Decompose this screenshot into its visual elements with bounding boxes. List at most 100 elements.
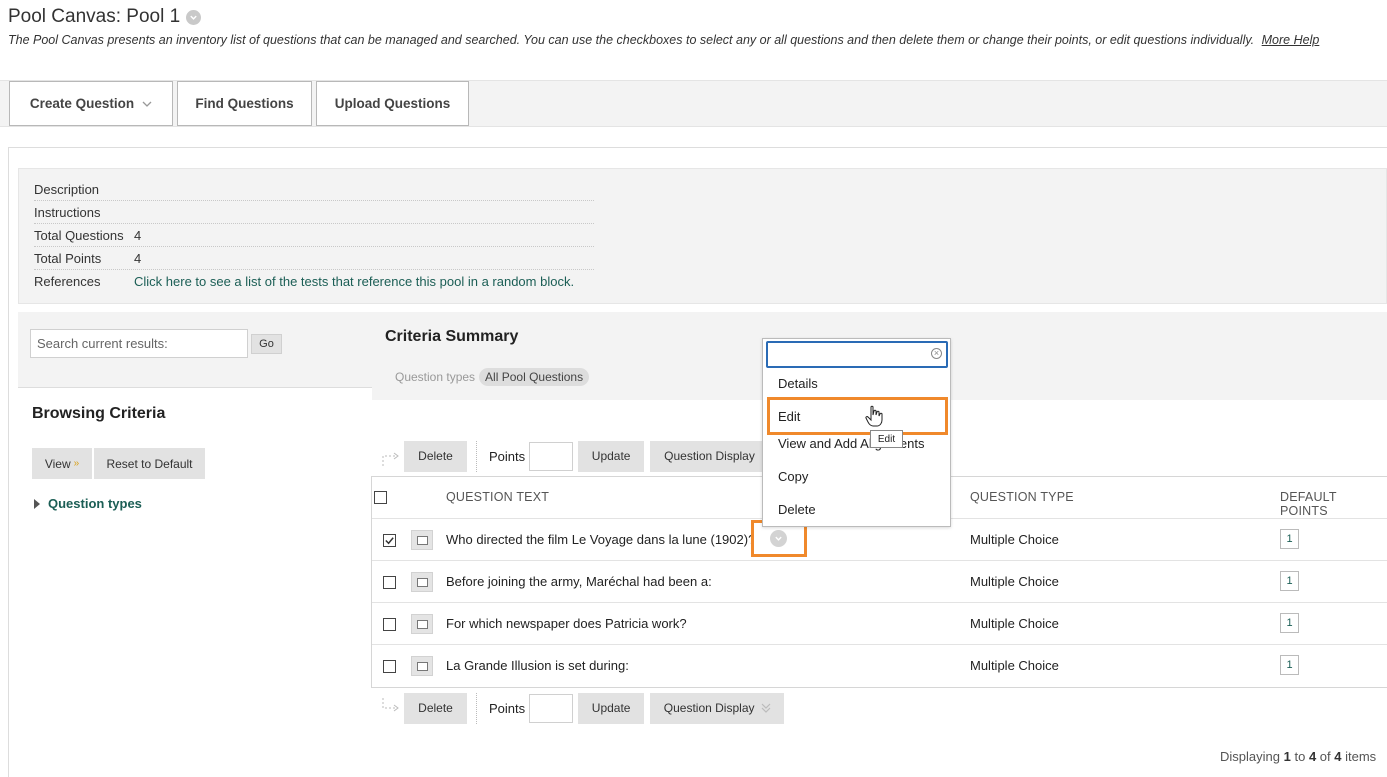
- upload-questions-button[interactable]: Upload Questions: [316, 81, 469, 126]
- more-help-link[interactable]: More Help: [1262, 33, 1320, 47]
- update-button[interactable]: Update: [578, 692, 645, 724]
- create-question-button[interactable]: Create Question: [9, 81, 173, 126]
- row-checkbox[interactable]: [383, 576, 396, 589]
- search-input[interactable]: Search current results:: [30, 329, 248, 358]
- question-display-button[interactable]: Question Display: [650, 692, 785, 724]
- preview-icon[interactable]: [411, 572, 433, 592]
- view-label: View: [44, 456, 71, 471]
- question-text[interactable]: La Grande Illusion is set during:: [446, 658, 629, 673]
- menu-filter-input[interactable]: [766, 341, 948, 368]
- find-questions-button[interactable]: Find Questions: [177, 81, 312, 126]
- menu-item-edit[interactable]: Edit: [767, 397, 948, 435]
- update-button[interactable]: Update: [578, 440, 645, 472]
- info-label: References: [34, 274, 101, 289]
- upload-questions-label: Upload Questions: [334, 96, 451, 111]
- reset-to-default-button[interactable]: Reset to Default: [94, 448, 205, 479]
- divider: [476, 692, 477, 724]
- info-row-total-questions: Total Questions 4: [34, 224, 594, 247]
- points-label: Points: [489, 448, 526, 464]
- info-value: 4: [134, 227, 142, 243]
- checkmark-icon: [385, 537, 394, 545]
- references-link[interactable]: Click here to see a list of the tests th…: [134, 274, 574, 289]
- footer-of-word: of: [1319, 749, 1331, 764]
- info-label: Total Points: [34, 250, 102, 266]
- pagination-summary: Displaying 1 to 4 of 4 items: [1220, 749, 1376, 764]
- points-input[interactable]: [529, 693, 574, 723]
- question-type: Multiple Choice: [970, 658, 1059, 673]
- points-input[interactable]: [529, 441, 574, 471]
- chevron-down-icon: [142, 101, 152, 107]
- question-types-label: Question types: [48, 496, 142, 511]
- row-checkbox[interactable]: [383, 534, 396, 547]
- question-display-label: Question Display: [664, 449, 755, 463]
- page-title: Pool Canvas: Pool 1: [8, 6, 202, 28]
- clear-icon[interactable]: ×: [931, 348, 942, 359]
- question-text[interactable]: Who directed the film Le Voyage dans la …: [446, 532, 755, 547]
- edit-tooltip: Edit: [870, 430, 903, 448]
- double-chevron-down-icon: [761, 703, 770, 713]
- header-question-text[interactable]: QUESTION TEXT: [446, 490, 549, 504]
- default-points[interactable]: 1: [1280, 571, 1299, 591]
- select-all-checkbox[interactable]: [374, 491, 387, 504]
- menu-item-copy[interactable]: Copy: [778, 469, 808, 484]
- delete-button[interactable]: Delete: [404, 692, 467, 724]
- title-options-icon[interactable]: [186, 9, 202, 25]
- description-text: The Pool Canvas presents an inventory li…: [8, 33, 1255, 47]
- default-points[interactable]: 1: [1280, 529, 1299, 549]
- select-arrow-icon: [382, 698, 399, 712]
- footer-suffix: items: [1345, 749, 1377, 764]
- footer-prefix: Displaying: [1220, 749, 1280, 764]
- footer-to: 4: [1308, 749, 1317, 764]
- criteria-summary-heading: Criteria Summary: [385, 328, 519, 345]
- menu-item-details[interactable]: Details: [778, 376, 818, 391]
- row-options-chevron-icon[interactable]: [770, 530, 787, 547]
- caret-right-icon: [34, 498, 40, 509]
- header-default-points[interactable]: DEFAULT POINTS: [1280, 490, 1387, 518]
- search-placeholder: Search current results:: [37, 336, 168, 351]
- question-types-toggle[interactable]: Question types: [34, 496, 142, 511]
- double-chevron-down-icon: »: [73, 458, 80, 469]
- browsing-criteria-heading: Browsing Criteria: [32, 405, 166, 422]
- go-button[interactable]: Go: [251, 334, 282, 354]
- hand-cursor-icon: [865, 405, 883, 427]
- question-type: Multiple Choice: [970, 616, 1059, 631]
- question-display-button[interactable]: Question Display: [650, 440, 763, 472]
- preview-icon[interactable]: [411, 614, 433, 634]
- create-question-label: Create Question: [29, 96, 135, 111]
- row-divider: [372, 602, 1387, 603]
- info-label: Instructions: [34, 204, 101, 220]
- footer-from: 1: [1283, 749, 1291, 764]
- criteria-pill[interactable]: All Pool Questions: [479, 368, 590, 386]
- criteria-label: Question types: [395, 370, 476, 384]
- question-type: Multiple Choice: [970, 574, 1059, 589]
- page-description: The Pool Canvas presents an inventory li…: [8, 33, 1319, 47]
- info-row-references: References Click here to see a list of t…: [34, 270, 594, 293]
- default-points[interactable]: 1: [1280, 613, 1299, 633]
- view-button[interactable]: View »: [32, 448, 92, 479]
- page-title-text: Pool Canvas: Pool 1: [8, 6, 181, 27]
- find-questions-label: Find Questions: [195, 96, 294, 111]
- question-type: Multiple Choice: [970, 532, 1059, 547]
- row-checkbox[interactable]: [383, 618, 396, 631]
- preview-icon[interactable]: [411, 656, 433, 676]
- row-divider: [372, 560, 1387, 561]
- info-row-description: Description: [34, 178, 594, 201]
- delete-button[interactable]: Delete: [404, 440, 467, 472]
- footer-total: 4: [1334, 749, 1342, 764]
- header-question-type[interactable]: QUESTION TYPE: [970, 490, 1074, 504]
- menu-item-delete[interactable]: Delete: [778, 502, 816, 517]
- row-divider: [372, 644, 1387, 645]
- question-display-label: Question Display: [663, 701, 755, 715]
- info-row-total-points: Total Points 4: [34, 247, 594, 270]
- preview-icon[interactable]: [411, 530, 433, 550]
- info-row-instructions: Instructions: [34, 201, 594, 224]
- criteria-question-types: Question types All Pool Questions: [395, 368, 590, 386]
- divider: [476, 440, 477, 472]
- info-label: Description: [34, 181, 100, 197]
- question-text[interactable]: For which newspaper does Patricia work?: [446, 616, 687, 631]
- default-points[interactable]: 1: [1280, 655, 1299, 675]
- points-label: Points: [489, 700, 526, 716]
- select-arrow-icon: [382, 452, 399, 466]
- row-checkbox[interactable]: [383, 660, 396, 673]
- question-text[interactable]: Before joining the army, Maréchal had be…: [446, 574, 712, 589]
